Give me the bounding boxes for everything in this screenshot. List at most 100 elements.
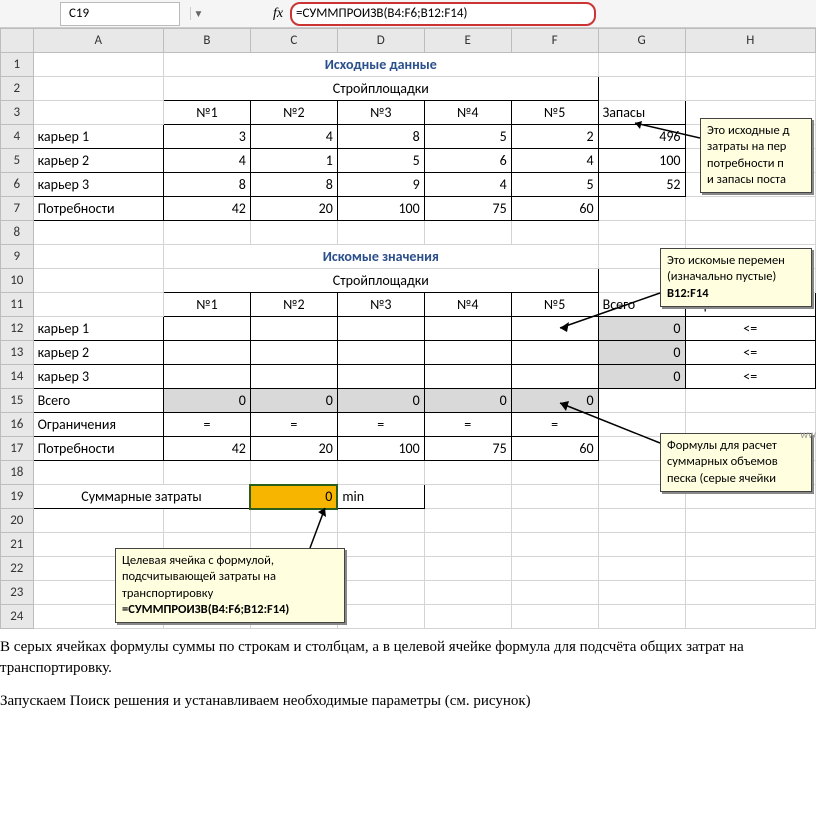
label-n4[interactable]: №4 xyxy=(424,101,511,125)
cell[interactable]: 5 xyxy=(424,125,511,149)
cell[interactable] xyxy=(33,269,163,293)
row-header[interactable]: 17 xyxy=(1,437,34,461)
cell[interactable] xyxy=(598,389,685,413)
cell[interactable] xyxy=(598,509,685,533)
cell[interactable]: 100 xyxy=(337,437,424,461)
row-header[interactable]: 6 xyxy=(1,173,34,197)
row-header[interactable]: 23 xyxy=(1,581,34,605)
cell[interactable]: 75 xyxy=(424,437,511,461)
cell[interactable] xyxy=(33,221,163,245)
cell[interactable]: 6 xyxy=(424,149,511,173)
cell[interactable] xyxy=(685,77,815,101)
cell[interactable]: №4 xyxy=(424,293,511,317)
fx-icon[interactable]: fx xyxy=(266,6,290,22)
row-header[interactable]: 24 xyxy=(1,605,34,629)
cell[interactable] xyxy=(685,533,815,557)
cell[interactable] xyxy=(511,509,598,533)
cell[interactable] xyxy=(250,461,337,485)
cell[interactable] xyxy=(685,389,815,413)
cell[interactable] xyxy=(685,557,815,581)
name-box[interactable]: C19 xyxy=(60,2,180,26)
row-header[interactable]: 5 xyxy=(1,149,34,173)
cell[interactable]: = xyxy=(250,413,337,437)
cell[interactable]: 9 xyxy=(337,173,424,197)
label-n2[interactable]: №2 xyxy=(250,101,337,125)
cell[interactable] xyxy=(511,533,598,557)
cell[interactable]: 20 xyxy=(250,197,337,221)
row-header[interactable]: 19 xyxy=(1,485,34,509)
cell[interactable]: 8 xyxy=(337,125,424,149)
cell[interactable]: 0 xyxy=(163,389,250,413)
label-potreb[interactable]: Потребности xyxy=(33,197,163,221)
cell[interactable] xyxy=(33,293,163,317)
cell[interactable] xyxy=(424,485,511,509)
cell[interactable] xyxy=(337,533,424,557)
cell[interactable]: карьер 2 xyxy=(33,341,163,365)
cell[interactable] xyxy=(685,509,815,533)
row-header[interactable]: 2 xyxy=(1,77,34,101)
row-header[interactable]: 7 xyxy=(1,197,34,221)
cell[interactable]: 8 xyxy=(250,173,337,197)
cell[interactable]: №1 xyxy=(163,293,250,317)
row-header[interactable]: 1 xyxy=(1,53,34,77)
cell[interactable]: = xyxy=(424,413,511,437)
cell[interactable]: 42 xyxy=(163,437,250,461)
row-header[interactable]: 15 xyxy=(1,389,34,413)
label-zapasy[interactable]: Запасы xyxy=(598,101,685,125)
cell[interactable]: = xyxy=(163,413,250,437)
cell[interactable] xyxy=(511,341,598,365)
spreadsheet-grid[interactable]: A B C D E F G H 1 Исходные данные 2 Стро… xyxy=(0,28,816,629)
cell[interactable]: 0 xyxy=(598,341,685,365)
label-n3[interactable]: №3 xyxy=(337,101,424,125)
col-header-h[interactable]: H xyxy=(685,29,815,53)
cell[interactable] xyxy=(598,197,685,221)
cell[interactable]: 0 xyxy=(337,389,424,413)
cell[interactable] xyxy=(337,557,424,581)
cell[interactable] xyxy=(511,605,598,629)
title-seek-values[interactable]: Искомые значения xyxy=(163,245,598,269)
label-sumz[interactable]: Суммарные затраты xyxy=(33,485,250,509)
cell[interactable] xyxy=(424,221,511,245)
cell[interactable] xyxy=(598,53,685,77)
cell[interactable] xyxy=(163,341,250,365)
cell[interactable] xyxy=(511,581,598,605)
col-header-e[interactable]: E xyxy=(424,29,511,53)
cell[interactable]: 3 xyxy=(163,125,250,149)
cell[interactable]: №2 xyxy=(250,293,337,317)
cell[interactable] xyxy=(33,461,163,485)
cell[interactable] xyxy=(337,509,424,533)
cell[interactable] xyxy=(250,341,337,365)
cell[interactable]: 8 xyxy=(163,173,250,197)
cell[interactable] xyxy=(424,341,511,365)
name-box-dropdown-icon[interactable]: ▼ xyxy=(190,7,206,20)
cell[interactable]: <= xyxy=(685,365,815,389)
cell[interactable] xyxy=(424,533,511,557)
cell[interactable] xyxy=(685,221,815,245)
cell[interactable] xyxy=(163,509,250,533)
cell[interactable] xyxy=(511,221,598,245)
row-header[interactable]: 3 xyxy=(1,101,34,125)
cell[interactable] xyxy=(337,221,424,245)
cell[interactable] xyxy=(250,317,337,341)
col-header-f[interactable]: F xyxy=(511,29,598,53)
cell[interactable] xyxy=(511,461,598,485)
cell[interactable]: Всего xyxy=(33,389,163,413)
cell[interactable] xyxy=(250,509,337,533)
cell[interactable]: Ограничения xyxy=(33,413,163,437)
cell[interactable]: карьер 3 xyxy=(33,365,163,389)
row-header[interactable]: 11 xyxy=(1,293,34,317)
col-header-g[interactable]: G xyxy=(598,29,685,53)
target-cell-c19[interactable]: 0 xyxy=(250,485,337,509)
cell[interactable]: карьер 1 xyxy=(33,317,163,341)
cell[interactable]: №5 xyxy=(511,293,598,317)
cell[interactable] xyxy=(511,557,598,581)
cell[interactable]: 4 xyxy=(163,149,250,173)
cell[interactable] xyxy=(33,77,163,101)
cell[interactable]: = xyxy=(511,413,598,437)
col-header-c[interactable]: C xyxy=(250,29,337,53)
cell[interactable]: 42 xyxy=(163,197,250,221)
cell[interactable] xyxy=(598,557,685,581)
cell[interactable] xyxy=(163,221,250,245)
cell[interactable] xyxy=(163,317,250,341)
cell[interactable] xyxy=(598,221,685,245)
